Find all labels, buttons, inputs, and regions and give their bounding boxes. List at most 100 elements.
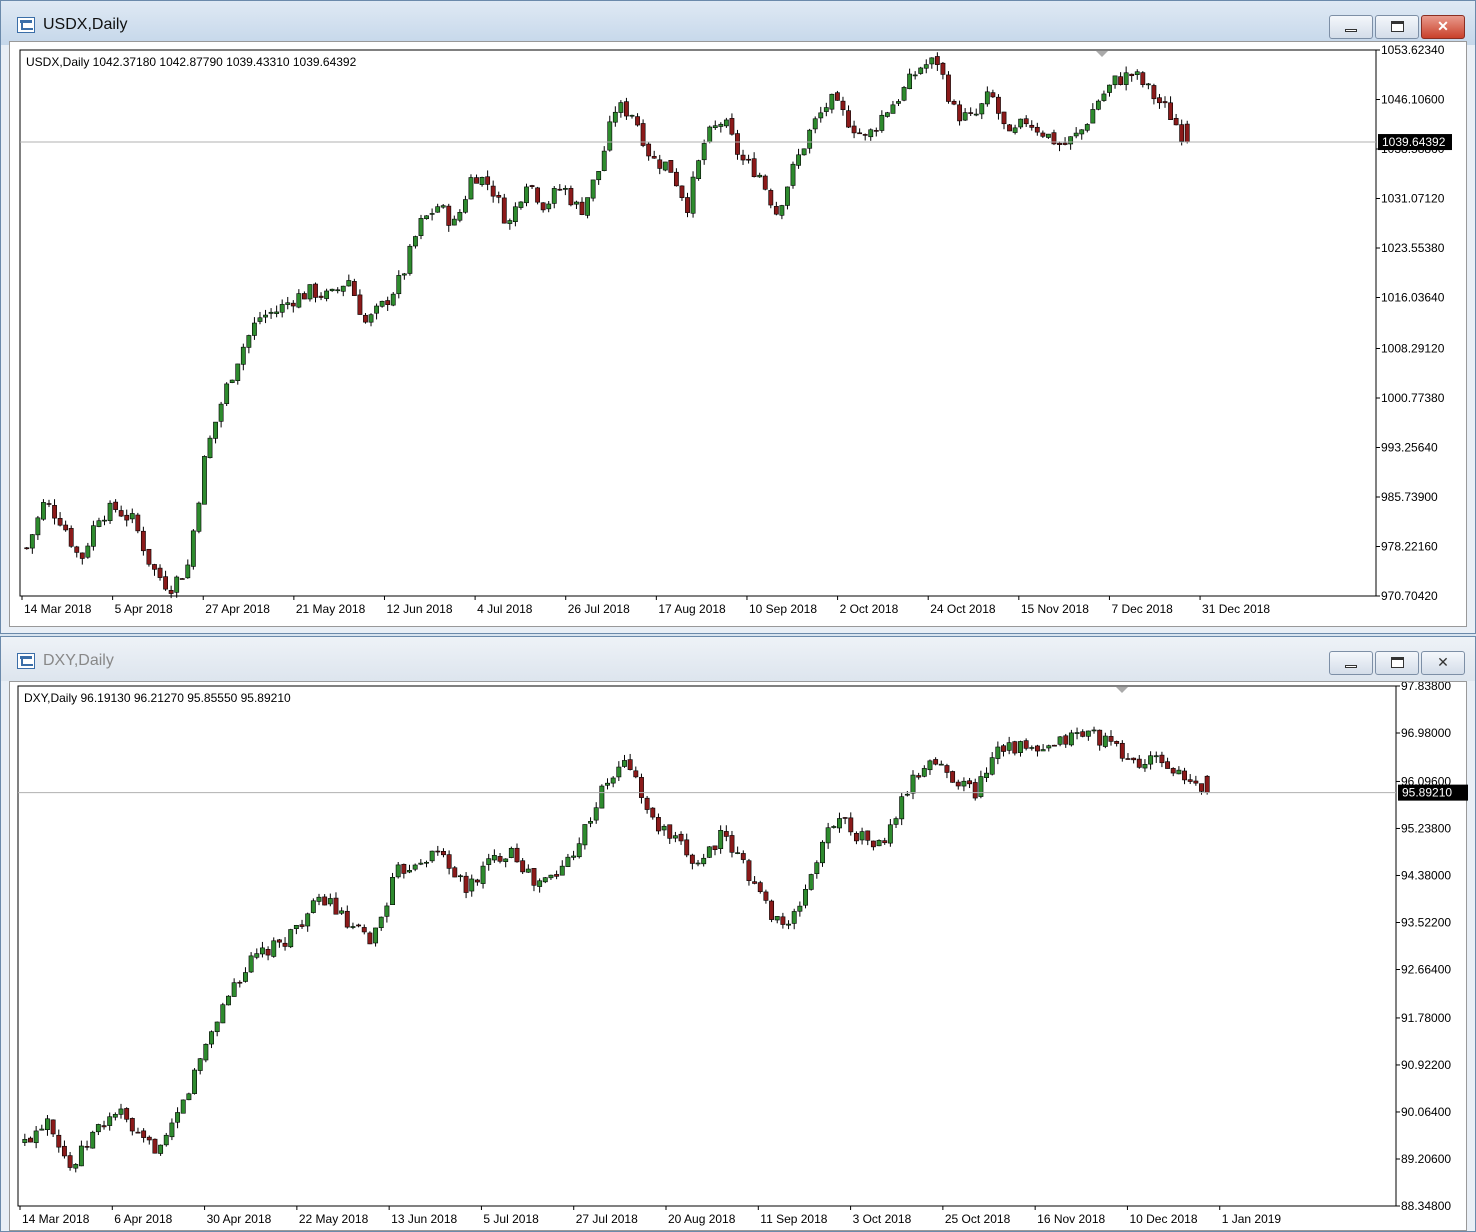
bullish-candle [95, 1124, 101, 1133]
bullish-candle [401, 273, 407, 276]
bearish-candle [344, 910, 350, 928]
y-tick-label: 95.23800 [1401, 821, 1451, 835]
price-chart-area[interactable]: 97.83800 96.98000 96.09600 95.23800 94.38000… [9, 681, 1468, 1232]
bearish-candle [1029, 124, 1035, 128]
bullish-candle [231, 982, 237, 997]
bearish-candle [865, 830, 871, 841]
bullish-candle [735, 852, 741, 854]
bullish-candle [424, 215, 429, 220]
chart-shift-marker[interactable] [1116, 687, 1128, 693]
bullish-candle [90, 525, 96, 547]
bearish-candle [579, 201, 585, 215]
bullish-candle [599, 785, 605, 809]
bullish-candle [257, 317, 263, 322]
bullish-candle [525, 868, 531, 873]
bearish-candle [1173, 117, 1179, 126]
bullish-candle [918, 67, 924, 74]
bullish-candle [588, 821, 593, 824]
bullish-candle [163, 1134, 169, 1146]
x-tick-label: 7 Dec 2018 [1111, 602, 1173, 616]
bullish-candle [1145, 83, 1151, 86]
bearish-candle [1179, 124, 1185, 142]
close-button[interactable]: ✕ [1421, 15, 1465, 39]
bearish-candle [535, 187, 541, 203]
bullish-candle [1046, 133, 1051, 138]
usdx-chart-window[interactable]: USDX,Daily ✕ 1053.623401046.106001038.58… [0, 0, 1476, 634]
bearish-candle [463, 875, 469, 893]
bullish-candle [451, 218, 457, 226]
x-tick-label: 22 May 2018 [299, 1212, 369, 1226]
maximize-button[interactable] [1375, 651, 1419, 675]
maximize-button[interactable] [1375, 15, 1419, 39]
dxy-chart-window[interactable]: DXY,Daily ✕ 97.83800 96.98000 96.09600 95.2… [0, 636, 1476, 1232]
bullish-candle [305, 913, 311, 927]
bullish-candle [486, 858, 492, 865]
bullish-candle [1101, 93, 1107, 101]
bullish-candle [246, 335, 252, 348]
current-price-label: 95.89210 [1402, 786, 1452, 800]
bullish-candle [1123, 72, 1129, 85]
chart-shift-marker[interactable] [1096, 51, 1108, 57]
bearish-candle [1034, 126, 1040, 133]
bearish-candle [1165, 761, 1171, 769]
bearish-candle [474, 177, 479, 184]
bullish-candle [226, 995, 231, 1006]
x-tick-label: 24 Oct 2018 [930, 602, 996, 616]
bullish-candle [248, 955, 254, 973]
bullish-candle [112, 1114, 118, 1118]
bullish-candle [706, 846, 712, 858]
bullish-candle [1134, 71, 1140, 75]
dxy-candlestick-chart[interactable]: 97.8380096.9800096.0960095.2380094.38000… [10, 682, 1468, 1232]
close-button[interactable]: ✕ [1421, 651, 1465, 675]
price-chart-area[interactable]: 1053.623401046.106001038.588601031.07120… [9, 41, 1467, 627]
y-tick-label: 92.66400 [1401, 963, 1451, 977]
bearish-candle [1157, 97, 1162, 104]
bullish-candle [790, 163, 796, 186]
bearish-candle [401, 863, 407, 874]
usdx-candlestick-chart[interactable]: 1053.623401046.106001038.588601031.07120… [10, 42, 1468, 628]
bearish-candle [651, 156, 657, 159]
bullish-candle [524, 186, 529, 204]
bearish-candle [624, 101, 629, 117]
bearish-candle [52, 505, 57, 519]
minimize-button[interactable] [1329, 651, 1373, 675]
bullish-candle [616, 766, 622, 778]
y-tick-label: 93.52200 [1401, 915, 1451, 929]
bearish-candle [265, 948, 271, 956]
bullish-candle [791, 911, 797, 924]
bullish-candle [107, 502, 113, 521]
bullish-candle [820, 841, 825, 864]
bearish-candle [1023, 740, 1029, 749]
bearish-candle [61, 1145, 67, 1157]
bullish-candle [329, 288, 335, 292]
bearish-candle [446, 205, 452, 226]
bearish-candle [124, 514, 130, 521]
bullish-candle [593, 807, 599, 821]
window-titlebar[interactable]: DXY,Daily ✕ [1, 637, 1475, 681]
window-titlebar[interactable]: USDX,Daily ✕ [1, 1, 1475, 45]
bearish-candle [351, 281, 357, 296]
bullish-candle [837, 818, 842, 829]
bullish-candle [893, 818, 899, 825]
bullish-candle [884, 112, 890, 117]
bearish-candle [84, 1146, 90, 1148]
bullish-candle [316, 896, 322, 902]
bearish-candle [1204, 775, 1210, 793]
x-tick-label: 11 Sep 2018 [760, 1212, 827, 1226]
bearish-candle [124, 1108, 130, 1120]
bullish-candle [718, 829, 724, 849]
bearish-candle [357, 294, 363, 315]
bearish-candle [140, 530, 146, 552]
bearish-candle [540, 202, 546, 211]
y-tick-label: 89.20600 [1401, 1152, 1451, 1166]
bullish-candle [512, 206, 518, 222]
x-tick-label: 1 Jan 2019 [1222, 1212, 1282, 1226]
x-tick-label: 31 Dec 2018 [1202, 602, 1270, 616]
bearish-candle [955, 781, 961, 787]
x-tick-label: 21 May 2018 [296, 602, 366, 616]
bullish-candle [1153, 755, 1159, 758]
bullish-candle [961, 780, 967, 787]
bearish-candle [1062, 142, 1068, 145]
y-tick-label: 90.06400 [1401, 1105, 1451, 1119]
minimize-button[interactable] [1329, 15, 1373, 39]
